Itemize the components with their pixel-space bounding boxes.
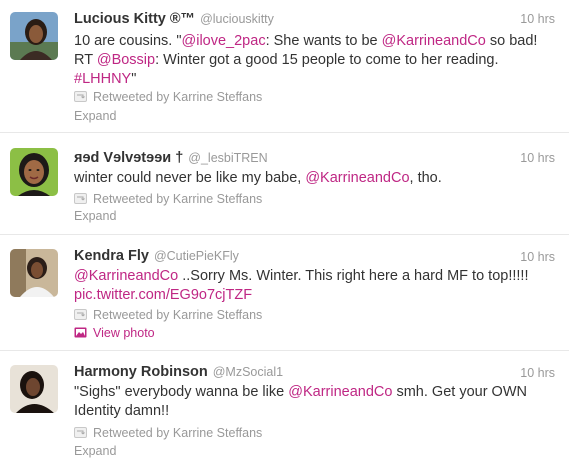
tweet[interactable]: Kendra Fly @CutiePieKFly 10 hrs @Karrinea… bbox=[0, 235, 569, 349]
retweeted-by-label: Retweeted by Karrine Steffans bbox=[93, 308, 263, 322]
hashtag-link[interactable]: #LHHNY bbox=[74, 71, 131, 87]
mention-link[interactable]: @ilove_2pac bbox=[182, 33, 266, 49]
expand-link[interactable]: Expand bbox=[74, 444, 116, 458]
screen-name[interactable]: @luciouskitty bbox=[200, 12, 274, 26]
tweet-text-segment: winter could never be like my babe, bbox=[74, 170, 306, 186]
screen-name[interactable]: @_lesbiTREN bbox=[188, 151, 267, 165]
author-name[interactable]: ᴙɘd Vɘlvɘtɘɘᴎ † @_lesbiTREN bbox=[74, 150, 268, 166]
tweet-text-segment: "Sighs" everybody wanna be like bbox=[74, 384, 289, 400]
display-name[interactable]: Harmony Robinson bbox=[74, 364, 208, 380]
timestamp[interactable]: 10 hrs bbox=[520, 12, 555, 26]
retweeted-by: Retweeted by Karrine Steffans bbox=[74, 308, 262, 322]
timestamp[interactable]: 10 hrs bbox=[520, 366, 555, 380]
tweet-text-segment: , tho. bbox=[409, 170, 442, 186]
tweet[interactable]: ᴙɘd Vɘlvɘtɘɘᴎ † @_lesbiTREN 10 hrs winter… bbox=[0, 133, 569, 233]
avatar[interactable] bbox=[10, 365, 58, 413]
view-photo-label[interactable]: View photo bbox=[93, 326, 155, 340]
retweeted-by-label: Retweeted by Karrine Steffans bbox=[93, 426, 263, 440]
display-name[interactable]: Lucious Kitty ®™ bbox=[74, 11, 195, 27]
url-link[interactable]: pic.twitter.com/EG9o7cjTZF bbox=[74, 287, 252, 303]
display-name[interactable]: Kendra Fly bbox=[74, 248, 149, 264]
profile-photo-icon bbox=[10, 249, 58, 297]
author-name[interactable]: Harmony Robinson @MzSocial1 bbox=[74, 364, 283, 380]
retweet-icon bbox=[74, 193, 87, 204]
profile-photo-icon bbox=[10, 12, 58, 60]
mention-link[interactable]: @Bossip bbox=[97, 52, 155, 68]
tweet-text: winter could never be like my babe, @Kar… bbox=[74, 169, 554, 188]
expand-link[interactable]: Expand bbox=[74, 109, 116, 123]
retweeted-by-label: Retweeted by Karrine Steffans bbox=[93, 192, 263, 206]
tweet-text-segment: 10 are cousins. " bbox=[74, 33, 182, 49]
display-name[interactable]: ᴙɘd Vɘlvɘtɘɘᴎ † bbox=[74, 150, 183, 166]
retweet-icon bbox=[74, 309, 87, 320]
avatar[interactable] bbox=[10, 148, 58, 196]
timestamp[interactable]: 10 hrs bbox=[520, 151, 555, 165]
tweet-text: 10 are cousins. "@ilove_2pac: She wants … bbox=[74, 32, 554, 89]
tweet-text-segment: : She wants to be bbox=[265, 33, 382, 49]
expand-link[interactable]: Expand bbox=[74, 209, 116, 223]
retweeted-by: Retweeted by Karrine Steffans bbox=[74, 192, 262, 206]
tweet-text-segment: ..Sorry Ms. Winter. This right here a ha… bbox=[178, 268, 529, 284]
retweet-icon bbox=[74, 427, 87, 438]
tweet-text-segment: " bbox=[131, 71, 137, 87]
tweet-text-segment: : Winter got a good 15 people to come to… bbox=[155, 52, 499, 68]
tweet[interactable]: Harmony Robinson @MzSocial1 10 hrs "Sighs… bbox=[0, 351, 569, 465]
screen-name[interactable]: @CutiePieKFly bbox=[154, 249, 239, 263]
retweeted-by: Retweeted by Karrine Steffans bbox=[74, 426, 262, 440]
profile-photo-icon bbox=[10, 365, 58, 413]
screen-name[interactable]: @MzSocial1 bbox=[213, 365, 283, 379]
tweet-text: @KarrineandCo ..Sorry Ms. Winter. This r… bbox=[74, 267, 554, 305]
retweeted-by-label: Retweeted by Karrine Steffans bbox=[93, 90, 263, 104]
tweet[interactable]: Lucious Kitty ®™ @luciouskitty 10 hrs 10 … bbox=[0, 0, 569, 131]
mention-link[interactable]: @KarrineandCo bbox=[74, 268, 178, 284]
cartoon-avatar-icon bbox=[10, 148, 58, 196]
timestamp[interactable]: 10 hrs bbox=[520, 250, 555, 264]
retweeted-by: Retweeted by Karrine Steffans bbox=[74, 90, 262, 104]
mention-link[interactable]: @KarrineandCo bbox=[382, 33, 486, 49]
avatar[interactable] bbox=[10, 249, 58, 297]
author-name[interactable]: Kendra Fly @CutiePieKFly bbox=[74, 248, 239, 264]
author-name[interactable]: Lucious Kitty ®™ @luciouskitty bbox=[74, 11, 274, 27]
photo-icon bbox=[74, 327, 87, 338]
tweet-text: "Sighs" everybody wanna be like @Karrine… bbox=[74, 383, 554, 421]
avatar[interactable] bbox=[10, 12, 58, 60]
view-photo-link[interactable]: View photo bbox=[74, 326, 155, 340]
mention-link[interactable]: @KarrineandCo bbox=[288, 384, 392, 400]
mention-link[interactable]: @KarrineandCo bbox=[305, 170, 409, 186]
retweet-icon bbox=[74, 91, 87, 102]
